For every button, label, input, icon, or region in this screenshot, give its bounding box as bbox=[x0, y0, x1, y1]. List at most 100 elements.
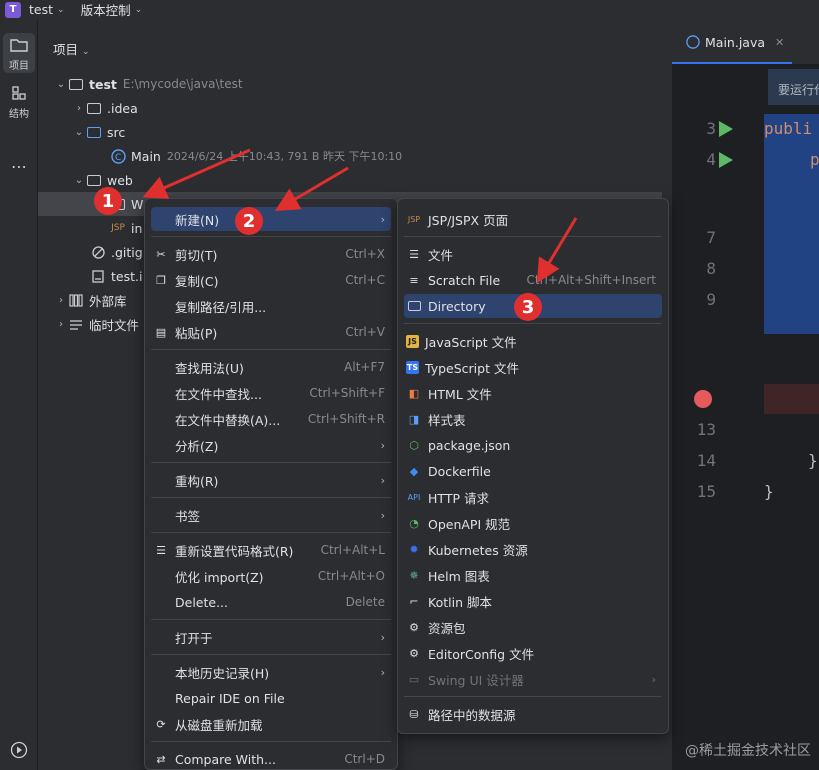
folder-icon bbox=[10, 39, 28, 52]
menu-label: 打开于 bbox=[175, 630, 213, 646]
separator bbox=[151, 349, 391, 350]
close-icon[interactable]: ✕ bbox=[775, 36, 784, 49]
menu-item-stylesheet[interactable]: ◨ 样式表 bbox=[404, 407, 662, 431]
line-number: 9 bbox=[706, 290, 716, 309]
menu-label: 剪切(T) bbox=[175, 247, 218, 263]
tree-label: web bbox=[107, 172, 133, 188]
breakpoint-icon[interactable] bbox=[694, 390, 712, 408]
tree-row-root[interactable]: ⌄ test E:\mycode\java\test bbox=[38, 72, 672, 96]
editor-tab-main[interactable]: Main.java ✕ bbox=[672, 28, 792, 56]
javascript-icon: JS bbox=[406, 334, 419, 348]
menu-item-compare-with[interactable]: ⇄ Compare With... Ctrl+D bbox=[151, 747, 391, 770]
project-tool-label: 项目 bbox=[9, 61, 29, 72]
gear-icon: ⚙ bbox=[409, 646, 419, 660]
menu-item-replace-in-files[interactable]: 在文件中替换(A)... Ctrl+Shift+R bbox=[151, 407, 391, 431]
panel-title: 项目 bbox=[53, 42, 79, 57]
shortcut: Ctrl+X bbox=[345, 247, 385, 261]
menu-item-data-source[interactable]: ⛁ 路径中的数据源 bbox=[404, 702, 662, 726]
menu-item-new[interactable]: 新建(N) › bbox=[151, 207, 391, 231]
menu-item-javascript[interactable]: JS JavaScript 文件 bbox=[404, 329, 662, 353]
tree-row-web[interactable]: ⌄ web bbox=[38, 168, 672, 192]
menu-label: 复制路径/引用... bbox=[175, 299, 267, 315]
menu-item-copy-path[interactable]: 复制路径/引用... bbox=[151, 294, 391, 318]
menu-item-reformat[interactable]: ☰ 重新设置代码格式(R) Ctrl+Alt+L bbox=[151, 538, 391, 562]
menu-label: OpenAPI 规范 bbox=[428, 516, 511, 532]
tree-row-main[interactable]: C Main 2024/6/24 上午10:43, 791 B 昨天 下午10:… bbox=[38, 144, 672, 168]
compare-icon: ⇄ bbox=[156, 752, 166, 766]
refresh-icon: ⟳ bbox=[156, 717, 166, 731]
folder-icon bbox=[86, 101, 102, 115]
tree-row-src[interactable]: ⌄ src bbox=[38, 120, 672, 144]
tree-label: .idea bbox=[107, 100, 138, 116]
shortcut: Ctrl+Shift+F bbox=[309, 386, 385, 400]
menu-item-bookmarks[interactable]: 书签 › bbox=[151, 503, 391, 527]
menu-label: 在文件中查找... bbox=[175, 386, 262, 402]
menu-item-editorconfig[interactable]: ⚙ EditorConfig 文件 bbox=[404, 641, 662, 665]
file-icon: ☰ bbox=[409, 247, 419, 261]
menu-item-helm[interactable]: ✵ Helm 图表 bbox=[404, 563, 662, 587]
services-tool-button[interactable] bbox=[3, 741, 35, 762]
menu-item-open-in[interactable]: 打开于 › bbox=[151, 625, 391, 649]
menu-label: Kubernetes 资源 bbox=[428, 542, 528, 558]
menu-label: 样式表 bbox=[428, 412, 466, 428]
project-tool-button[interactable]: 项目 bbox=[3, 33, 35, 73]
menu-item-delete[interactable]: Delete... Delete bbox=[151, 590, 391, 614]
tree-row-idea[interactable]: › .idea bbox=[38, 96, 672, 120]
menu-item-jsp[interactable]: JSP JSP/JSPX 页面 bbox=[404, 207, 662, 231]
menu-label: package.json bbox=[428, 437, 511, 453]
menu-item-find-usages[interactable]: 查找用法(U) Alt+F7 bbox=[151, 355, 391, 379]
menu-item-optimize-imports[interactable]: 优化 import(Z) Ctrl+Alt+O bbox=[151, 564, 391, 588]
menu-item-html[interactable]: ◧ HTML 文件 bbox=[404, 381, 662, 405]
gear-icon: ⚙ bbox=[409, 620, 419, 634]
menu-item-analyze[interactable]: 分析(Z) › bbox=[151, 433, 391, 457]
kotlin-script-icon: ⌐ bbox=[409, 594, 419, 608]
separator bbox=[404, 236, 662, 237]
menu-item-kotlin-script[interactable]: ⌐ Kotlin 脚本 bbox=[404, 589, 662, 613]
menu-item-file[interactable]: ☰ 文件 bbox=[404, 242, 662, 266]
menu-label: HTML 文件 bbox=[428, 386, 492, 402]
folder-icon bbox=[406, 298, 422, 314]
chevron-right-icon: › bbox=[380, 212, 385, 226]
line-number: 14 bbox=[696, 451, 716, 470]
run-gutter-icon[interactable] bbox=[719, 121, 733, 137]
chevron-down-icon: ⌄ bbox=[56, 78, 66, 90]
more-tools-button[interactable]: ⋯ bbox=[3, 157, 35, 176]
menu-item-swing-ui[interactable]: ▭ Swing UI 设计器 › bbox=[404, 667, 662, 691]
structure-tool-button[interactable]: 结构 bbox=[3, 85, 35, 125]
menu-item-repair-ide[interactable]: Repair IDE on File bbox=[151, 686, 391, 710]
tree-label: W bbox=[131, 196, 144, 212]
menu-item-kubernetes[interactable]: ✹ Kubernetes 资源 bbox=[404, 537, 662, 561]
menu-item-local-history[interactable]: 本地历史记录(H) › bbox=[151, 660, 391, 684]
menu-item-scratch[interactable]: ≡ Scratch File Ctrl+Alt+Shift+Insert bbox=[404, 268, 662, 292]
menu-label: 复制(C) bbox=[175, 273, 219, 289]
line-number: 4 bbox=[706, 150, 716, 169]
code-brace: } bbox=[764, 482, 774, 501]
menu-item-dockerfile[interactable]: ◆ Dockerfile bbox=[404, 459, 662, 483]
vcs-menu[interactable]: 版本控制 ⌄ bbox=[81, 0, 143, 19]
chevron-right-icon: › bbox=[380, 438, 385, 452]
root-name: test bbox=[89, 76, 117, 92]
tree-label: test.i bbox=[111, 268, 143, 284]
project-switcher[interactable]: test ⌄ bbox=[29, 2, 65, 17]
scissors-icon: ✂ bbox=[156, 247, 166, 261]
menu-label: 在文件中替换(A)... bbox=[175, 412, 281, 428]
menu-item-resource-bundle[interactable]: ⚙ 资源包 bbox=[404, 615, 662, 639]
menu-item-cut[interactable]: ✂ 剪切(T) Ctrl+X bbox=[151, 242, 391, 266]
menu-item-http-request[interactable]: API HTTP 请求 bbox=[404, 485, 662, 509]
menu-item-reload[interactable]: ⟳ 从磁盘重新加载 bbox=[151, 712, 391, 736]
typescript-icon: TS bbox=[406, 360, 419, 374]
menu-item-typescript[interactable]: TS TypeScript 文件 bbox=[404, 355, 662, 379]
menu-item-openapi[interactable]: ◔ OpenAPI 规范 bbox=[404, 511, 662, 535]
menu-label: Swing UI 设计器 bbox=[428, 672, 524, 688]
menu-item-find-in-files[interactable]: 在文件中查找... Ctrl+Shift+F bbox=[151, 381, 391, 405]
menu-label: 重新设置代码格式(R) bbox=[175, 543, 294, 559]
menu-item-refactor[interactable]: 重构(R) › bbox=[151, 468, 391, 492]
menu-item-package-json[interactable]: ⬡ package.json bbox=[404, 433, 662, 457]
panel-header[interactable]: 项目 ⌄ bbox=[53, 39, 90, 58]
menu-item-paste[interactable]: ▤ 粘贴(P) Ctrl+V bbox=[151, 320, 391, 344]
chevron-right-icon: › bbox=[380, 508, 385, 522]
menu-item-copy[interactable]: ❐ 复制(C) Ctrl+C bbox=[151, 268, 391, 292]
code-keyword: publi bbox=[764, 119, 813, 138]
html-icon: ◧ bbox=[408, 386, 420, 400]
run-gutter-icon[interactable] bbox=[719, 152, 733, 168]
